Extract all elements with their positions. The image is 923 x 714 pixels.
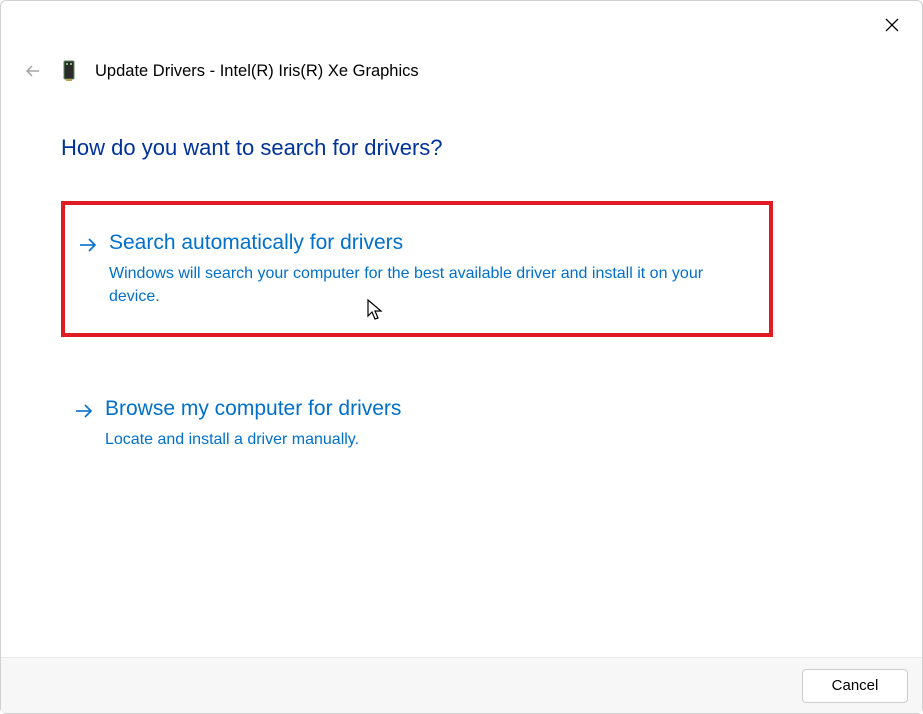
search-automatically-option[interactable]: Search automatically for drivers Windows… (61, 201, 773, 337)
close-icon (884, 17, 900, 33)
back-button[interactable] (23, 61, 43, 81)
option-description: Windows will search your computer for th… (109, 262, 729, 308)
page-heading: How do you want to search for drivers? (61, 135, 443, 161)
option-description: Locate and install a driver manually. (105, 428, 725, 451)
dialog-title: Update Drivers - Intel(R) Iris(R) Xe Gra… (95, 62, 419, 81)
back-arrow-icon (24, 62, 42, 80)
cancel-button[interactable]: Cancel (802, 669, 908, 703)
arrow-right-icon (73, 400, 95, 427)
option-title: Browse my computer for drivers (105, 395, 753, 422)
arrow-right-icon (77, 234, 99, 261)
option-title: Search automatically for drivers (109, 229, 749, 256)
device-icon (61, 59, 77, 83)
dialog-header: Update Drivers - Intel(R) Iris(R) Xe Gra… (23, 59, 419, 83)
close-button[interactable] (880, 13, 904, 37)
browse-computer-option[interactable]: Browse my computer for drivers Locate an… (61, 377, 773, 473)
dialog-footer: Cancel (1, 657, 922, 713)
update-drivers-dialog: Update Drivers - Intel(R) Iris(R) Xe Gra… (0, 0, 923, 714)
